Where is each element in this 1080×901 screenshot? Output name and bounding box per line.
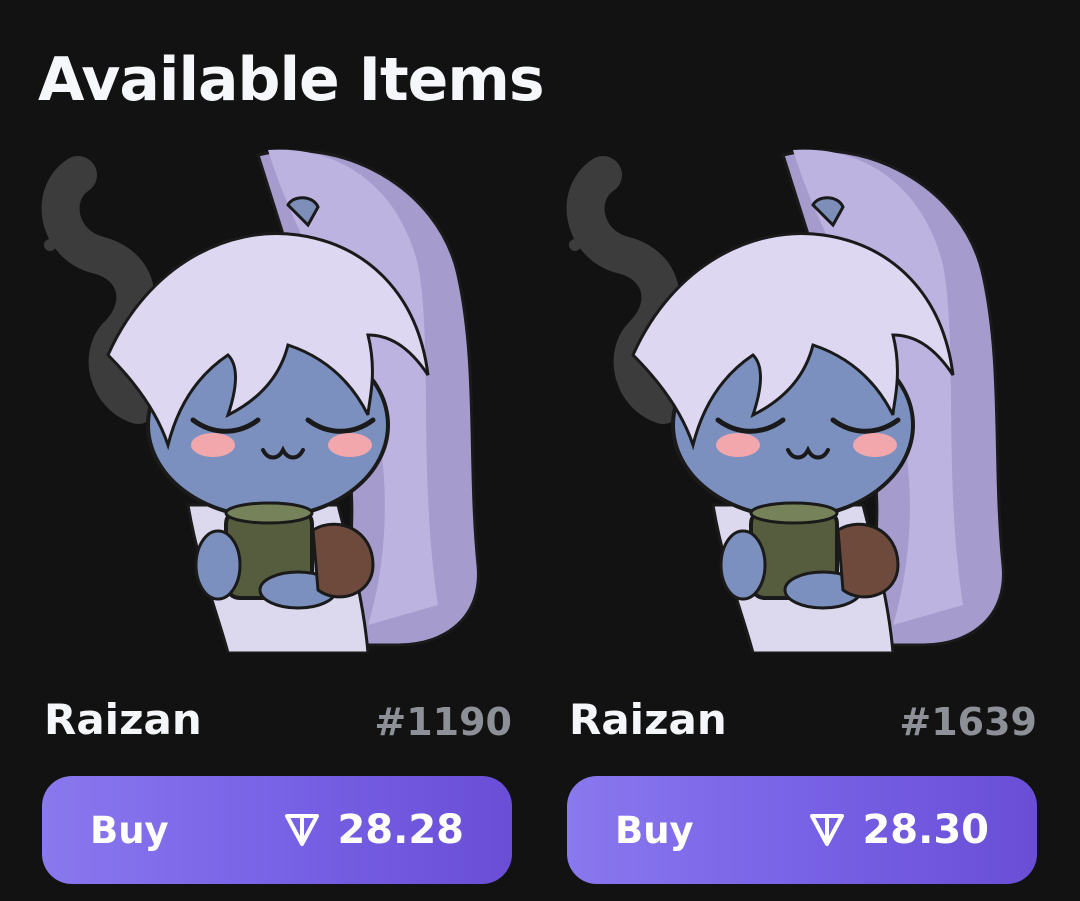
price-value: 28.28: [337, 807, 464, 853]
price-value: 28.30: [862, 807, 989, 853]
buy-button[interactable]: Buy 28.28: [42, 776, 512, 884]
character-illustration: [41, 149, 480, 653]
item-card[interactable]: Raizan #1639 Buy 28.30: [563, 145, 1041, 890]
character-illustration: [566, 149, 1005, 653]
price: 28.28: [283, 807, 464, 853]
ton-icon: [285, 814, 320, 846]
buy-button-label: Buy: [90, 808, 169, 852]
buy-button-label: Buy: [615, 808, 694, 852]
item-name: Raizan: [44, 695, 202, 744]
item-number: #1639: [899, 700, 1037, 744]
item-image[interactable]: [563, 145, 1041, 653]
item-card[interactable]: Raizan #1190 Buy 28.28: [38, 145, 516, 890]
page: Available Items Raizan #1190 Buy 28.28 R…: [0, 0, 1080, 901]
price: 28.30: [808, 807, 989, 853]
page-title: Available Items: [38, 45, 545, 115]
ton-icon: [810, 814, 845, 846]
item-name: Raizan: [569, 695, 727, 744]
item-image[interactable]: [38, 145, 516, 653]
buy-button[interactable]: Buy 28.30: [567, 776, 1037, 884]
item-number: #1190: [374, 700, 512, 744]
